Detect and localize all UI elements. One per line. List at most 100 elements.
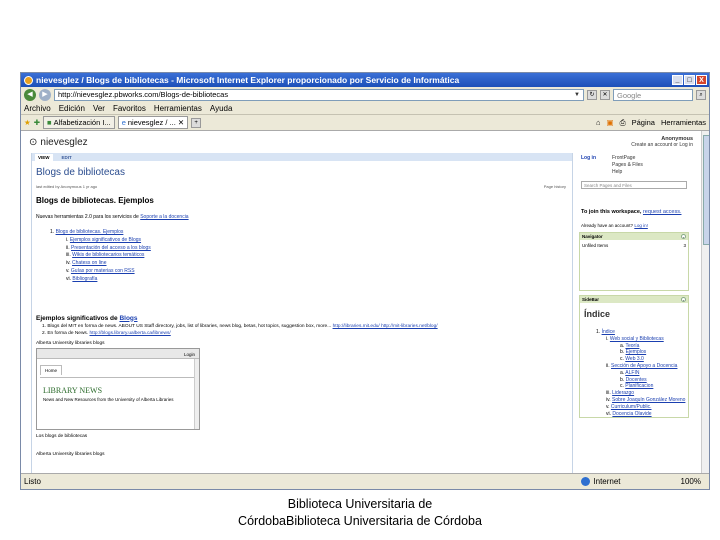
back-button[interactable]: ◀ xyxy=(24,88,36,101)
feeds-icon[interactable]: ▣ xyxy=(607,118,614,127)
sidebar-search-input[interactable]: Search Pages and Files xyxy=(581,181,687,189)
toc-item: c. Planificacion xyxy=(620,383,688,390)
tools-menu[interactable]: Herramientas xyxy=(661,118,706,127)
toc-item: 1. Índice xyxy=(596,329,688,336)
login-block: Log in FrontPage Pages & Files Help xyxy=(581,155,693,176)
url-field[interactable]: http://nievesglez.pbworks.com/Blogs-de-b… xyxy=(54,88,584,101)
tab-view[interactable]: VIEW xyxy=(35,154,53,161)
toc-link[interactable]: Curriculum/Public. xyxy=(611,404,652,410)
home-icon[interactable]: ⌂ xyxy=(596,118,601,127)
new-tab-button[interactable]: + xyxy=(191,117,202,128)
outline-link[interactable]: Wikis de bibliotecarios temáticos xyxy=(72,252,144,258)
forward-button[interactable]: ▶ xyxy=(39,88,51,101)
footer-line-1: Biblioteca Universitaria de xyxy=(287,497,433,511)
search-icon[interactable]: ⌕ xyxy=(696,89,706,100)
toc-item: iii. Liderazgo xyxy=(606,390,688,397)
sidebar-item-help[interactable]: Help xyxy=(612,169,643,176)
edited-line: last edited by Anonymous 1 yr ago Page h… xyxy=(36,184,572,189)
item-number: v. xyxy=(66,267,70,274)
minimize-button[interactable]: _ xyxy=(672,75,683,85)
item-text: En forma de News. xyxy=(47,331,89,337)
toc-link[interactable]: ALFIN xyxy=(625,370,639,376)
outline-link[interactable]: Blogs de bibliotecas. Ejemplos xyxy=(56,229,124,235)
ualberta-link[interactable]: http://blogs.library.ualberta.ca/libnews… xyxy=(90,331,171,336)
outline-link[interactable]: Ejemplos significativos de Blogs xyxy=(70,237,141,243)
zoom-level[interactable]: 100% xyxy=(681,477,701,486)
toc-link[interactable]: Planificacion xyxy=(625,383,653,389)
toc-link[interactable]: Web social y Bibliotecas xyxy=(610,336,664,342)
vertical-scrollbar[interactable] xyxy=(701,131,709,475)
toc-link[interactable]: Ejemplos xyxy=(626,349,647,355)
toc-number: b. xyxy=(620,349,625,356)
page-history-link[interactable]: Page history xyxy=(544,184,566,189)
list-item: iv. Chatess on line xyxy=(66,260,572,268)
toc-number: iii. xyxy=(606,390,611,397)
toc-number: vi. xyxy=(606,410,611,417)
toc-link[interactable]: Teoría xyxy=(625,343,639,349)
add-favorite-icon[interactable]: ✚ xyxy=(34,118,40,127)
workspace-name: nievesglez xyxy=(40,137,88,148)
print-icon[interactable]: ⎙ xyxy=(620,118,626,128)
login-link[interactable]: Log in! xyxy=(634,223,648,228)
toc-list: 1. Índice i. Web social y Bibliotecas a.… xyxy=(596,329,688,417)
toc-link[interactable]: Docentes xyxy=(626,377,647,383)
outline-link[interactable]: Presentación del acceso a los blogs xyxy=(71,245,151,251)
join-text: To join this workspace, xyxy=(581,209,642,215)
close-button[interactable]: X xyxy=(696,75,707,85)
workspace-icon: ⊙ xyxy=(29,137,38,148)
sidebar-item-pages[interactable]: Pages & Files xyxy=(612,162,643,169)
stop-icon[interactable]: ✕ xyxy=(600,89,610,100)
toc-number: a. xyxy=(620,342,625,349)
blogs-link[interactable]: Blogs xyxy=(119,315,137,322)
toc-number: iv. xyxy=(606,396,611,403)
maximize-button[interactable]: □ xyxy=(684,75,695,85)
page-menu[interactable]: Página xyxy=(632,118,655,127)
soporte-link[interactable]: Soporte a la docencia xyxy=(140,214,188,220)
outline-link[interactable]: Guías por materias con RSS xyxy=(71,268,135,274)
chevron-down-icon[interactable]: ▼ xyxy=(574,92,580,98)
toc-item: ii. Sección de Apoyo a Docencia xyxy=(606,363,688,370)
menu-ayuda[interactable]: Ayuda xyxy=(210,104,233,113)
toc-link[interactable]: Liderazgo xyxy=(612,390,634,396)
mit-link[interactable]: http://libraries.mit.edu/ http://mit-lib… xyxy=(333,324,438,329)
login-link[interactable]: Log in xyxy=(581,155,596,176)
library-news-logo: LIBRARY NEWS xyxy=(43,385,103,395)
outline-link[interactable]: Bibliografía xyxy=(72,276,97,282)
account-links[interactable]: Create an account or Log in xyxy=(631,142,693,148)
item-text: Blogs del MIT en forma de news. ABOUT US… xyxy=(47,323,332,329)
toc-link[interactable]: Índice xyxy=(602,329,615,335)
toc-link[interactable]: Docencia Olavide xyxy=(612,411,651,417)
screenshot-home-tab: Home xyxy=(40,364,63,375)
tab-alfabetizacion[interactable]: ■ Alfabetización I... xyxy=(43,116,115,129)
favorites-star-icon[interactable]: ★ xyxy=(24,118,31,127)
menu-herramientas[interactable]: Herramientas xyxy=(154,104,202,113)
collapse-icon[interactable]: - xyxy=(681,297,686,302)
toc-link[interactable]: Sobre Joaquín González Moreno xyxy=(612,397,685,403)
search-input[interactable]: Google xyxy=(613,88,693,101)
menu-ver[interactable]: Ver xyxy=(93,104,105,113)
toc-link[interactable]: Sección de Apoyo a Docencia xyxy=(611,363,677,369)
toc-link[interactable]: Web 3.0 xyxy=(625,356,644,362)
tab-edit[interactable]: EDIT xyxy=(59,154,75,161)
menu-archivo[interactable]: Archivo xyxy=(24,104,51,113)
tab-nievesglez[interactable]: e nievesglez / ... ✕ xyxy=(117,116,189,129)
menu-edicion[interactable]: Edición xyxy=(59,104,85,113)
embedded-screenshot: Login Home LIBRARY NEWS News and New Res… xyxy=(36,347,200,430)
item-number: 1. xyxy=(42,323,47,329)
close-tab-icon[interactable]: ✕ xyxy=(178,118,184,127)
outline-link[interactable]: Chatess on line xyxy=(72,260,106,266)
toc-item: vi. Docencia Olavide xyxy=(606,411,688,418)
sidebar-links: FrontPage Pages & Files Help xyxy=(612,155,643,176)
request-access-link[interactable]: request access. xyxy=(643,209,682,215)
collapse-icon[interactable]: - xyxy=(681,234,686,239)
toc-number: i. xyxy=(606,335,609,342)
unfiled-items-link[interactable]: Unfiled Items xyxy=(582,243,608,287)
menu-favoritos[interactable]: Favoritos xyxy=(113,104,146,113)
toc-item: v. Curriculum/Public. xyxy=(606,404,688,411)
divider xyxy=(40,376,196,378)
scrollbar-thumb[interactable] xyxy=(703,135,709,245)
image-caption: Los blogs de bibliotecas xyxy=(36,433,88,439)
sidebar-item-frontpage[interactable]: FrontPage xyxy=(612,155,643,162)
refresh-icon[interactable]: ↻ xyxy=(587,89,597,100)
intro-text: Nuevas herramientas 2.0 para los servici… xyxy=(36,214,139,220)
